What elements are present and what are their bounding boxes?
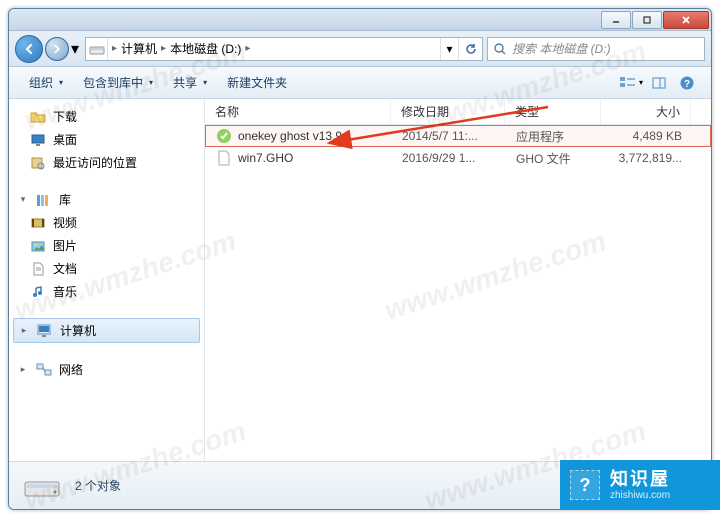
chevron-down-icon: ▾ [59, 78, 63, 87]
file-name: onekey ghost v13.9 [238, 129, 342, 143]
main-area: 下载 桌面 最近访问的位置 ▾ 库 视频 图片 [9, 99, 711, 461]
organize-menu[interactable]: 组织 ▾ [19, 70, 73, 95]
tree-music[interactable]: 音乐 [9, 280, 204, 303]
file-date: 2014/5/7 11:... [392, 127, 506, 145]
expand-icon[interactable]: ▸ [18, 325, 30, 336]
close-button[interactable] [663, 11, 709, 29]
chevron-down-icon: ▾ [639, 78, 643, 87]
tree-label: 下载 [53, 108, 77, 125]
include-library-menu[interactable]: 包含到库中 ▾ [73, 70, 163, 95]
share-menu[interactable]: 共享 ▾ [163, 70, 217, 95]
forward-button[interactable] [45, 37, 69, 61]
folder-icon [29, 109, 47, 125]
desktop-icon [29, 132, 47, 148]
recent-icon [29, 155, 47, 171]
drive-icon [86, 38, 108, 60]
breadcrumb-drive[interactable]: 本地磁盘 (D:) [170, 40, 241, 57]
tree-label: 网络 [59, 361, 83, 378]
drive-icon [21, 470, 63, 502]
breadcrumb-sep-icon: ▸ [245, 43, 250, 54]
navigation-tree[interactable]: 下载 桌面 最近访问的位置 ▾ 库 视频 图片 [9, 99, 205, 461]
titlebar [9, 9, 711, 31]
chevron-down-icon: ▾ [149, 78, 153, 87]
search-box[interactable]: 搜索 本地磁盘 (D:) [487, 37, 705, 61]
back-button[interactable] [15, 35, 43, 63]
column-size[interactable]: 大小 [601, 99, 691, 124]
navigation-bar: ▾ ▸ 计算机 ▸ 本地磁盘 (D:) ▸ ▾ 搜索 本地磁盘 (D:) [9, 31, 711, 67]
tree-downloads[interactable]: 下载 [9, 105, 204, 128]
collapse-icon[interactable]: ▾ [17, 194, 29, 205]
tree-label: 音乐 [53, 283, 77, 300]
brand-badge: ? 知识屋 zhishiwu.com [560, 460, 720, 510]
brand-icon: ? [570, 470, 600, 500]
address-bar[interactable]: ▸ 计算机 ▸ 本地磁盘 (D:) ▸ ▾ [85, 37, 483, 61]
breadcrumb-sep-icon: ▸ [112, 43, 117, 54]
column-date[interactable]: 修改日期 [391, 99, 505, 124]
file-row[interactable]: onekey ghost v13.9 2014/5/7 11:... 应用程序 … [205, 125, 711, 147]
file-type: GHO 文件 [506, 148, 602, 169]
document-icon [29, 261, 47, 277]
address-dropdown[interactable]: ▾ [440, 38, 458, 60]
tree-videos[interactable]: 视频 [9, 211, 204, 234]
minimize-button[interactable] [601, 11, 631, 29]
library-icon [35, 192, 53, 208]
help-button[interactable]: ? [673, 71, 701, 95]
chevron-down-icon: ▾ [203, 78, 207, 87]
file-list-pane: 名称 修改日期 类型 大小 onekey ghost v13.9 2014/5/… [205, 99, 711, 461]
history-dropdown[interactable]: ▾ [69, 35, 81, 63]
file-date: 2016/9/29 1... [392, 149, 506, 167]
tree-recent[interactable]: 最近访问的位置 [9, 151, 204, 174]
brand-subtitle: zhishiwu.com [610, 490, 670, 502]
tree-libraries[interactable]: ▾ 库 [9, 188, 204, 211]
file-rows[interactable]: onekey ghost v13.9 2014/5/7 11:... 应用程序 … [205, 125, 711, 461]
tree-label: 文档 [53, 260, 77, 277]
explorer-window: ▾ ▸ 计算机 ▸ 本地磁盘 (D:) ▸ ▾ 搜索 本地磁盘 (D:) 组织 [8, 8, 712, 510]
search-icon [488, 42, 512, 56]
status-count: 2 个对象 [75, 477, 121, 494]
column-headers: 名称 修改日期 类型 大小 [205, 99, 711, 125]
file-icon [216, 150, 232, 166]
video-icon [29, 215, 47, 231]
breadcrumb-sep-icon: ▸ [161, 43, 166, 54]
include-label: 包含到库中 [83, 74, 143, 91]
tree-label: 计算机 [60, 322, 96, 339]
tree-computer[interactable]: ▸ 计算机 [13, 318, 200, 343]
tree-label: 最近访问的位置 [53, 154, 137, 171]
file-name: win7.GHO [238, 151, 293, 165]
tree-desktop[interactable]: 桌面 [9, 128, 204, 151]
view-options-button[interactable]: ▾ [617, 71, 645, 95]
svg-text:?: ? [684, 79, 690, 90]
preview-pane-button[interactable] [645, 71, 673, 95]
file-size: 4,489 KB [602, 127, 692, 145]
tree-label: 图片 [53, 237, 77, 254]
organize-label: 组织 [29, 74, 53, 91]
tree-label: 桌面 [53, 131, 77, 148]
file-row[interactable]: win7.GHO 2016/9/29 1... GHO 文件 3,772,819… [205, 147, 711, 169]
expand-icon[interactable]: ▸ [17, 364, 29, 375]
tree-label: 库 [59, 191, 71, 208]
share-label: 共享 [173, 74, 197, 91]
network-icon [35, 362, 53, 378]
tree-network[interactable]: ▸ 网络 [9, 358, 204, 381]
column-type[interactable]: 类型 [505, 99, 601, 124]
search-placeholder: 搜索 本地磁盘 (D:) [512, 40, 704, 57]
maximize-button[interactable] [632, 11, 662, 29]
app-icon [216, 128, 232, 144]
breadcrumb-computer[interactable]: 计算机 [121, 40, 157, 57]
file-size: 3,772,819... [602, 149, 692, 167]
new-folder-button[interactable]: 新建文件夹 [217, 70, 297, 95]
tree-pictures[interactable]: 图片 [9, 234, 204, 257]
tree-documents[interactable]: 文档 [9, 257, 204, 280]
music-icon [29, 284, 47, 300]
picture-icon [29, 238, 47, 254]
refresh-button[interactable] [458, 38, 482, 60]
toolbar: 组织 ▾ 包含到库中 ▾ 共享 ▾ 新建文件夹 ▾ ? [9, 67, 711, 99]
computer-icon [36, 323, 54, 339]
brand-title: 知识屋 [610, 469, 670, 490]
tree-label: 视频 [53, 214, 77, 231]
column-name[interactable]: 名称 [205, 99, 391, 124]
file-type: 应用程序 [506, 126, 602, 147]
